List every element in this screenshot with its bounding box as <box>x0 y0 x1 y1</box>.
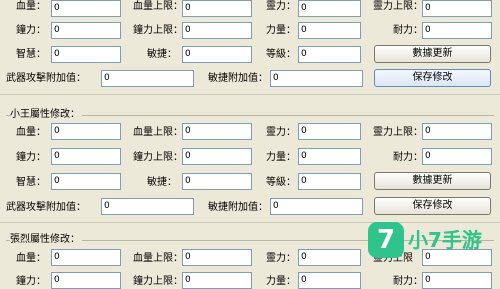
weapon-label: 武器攻擊附加值： <box>6 202 86 213</box>
hp-field[interactable]: 0 <box>51 123 121 140</box>
agi-label: 敏捷： <box>147 177 177 188</box>
agi-field[interactable]: 0 <box>182 46 252 63</box>
mp-field[interactable]: 0 <box>298 0 361 17</box>
lvl-label: 等級： <box>266 177 296 188</box>
endure-label: 耐力： <box>393 152 423 163</box>
hp-field[interactable]: 0 <box>51 249 121 266</box>
dmg-max-field[interactable]: 0 <box>182 148 252 165</box>
wis-label: 智慧： <box>16 49 46 60</box>
weapon-field[interactable]: 0 <box>101 198 194 215</box>
lvl-label: 等級： <box>266 49 296 60</box>
mp-label: 靈力： <box>266 253 296 264</box>
dmg-label: 鐘力： <box>16 276 46 287</box>
logo-text: 小7手游 <box>408 228 482 252</box>
dmg-max-label: 鐘力上限： <box>133 276 183 287</box>
group-title-zhanglie: 張烈屬性修改： <box>10 234 82 246</box>
refresh-button[interactable]: 數據更新 <box>374 45 491 63</box>
wis-field[interactable]: 0 <box>51 173 121 190</box>
hp-label: 血量： <box>16 127 46 138</box>
logo-badge-icon: 7 <box>368 222 404 258</box>
wis-field[interactable]: 0 <box>51 46 121 63</box>
wis-label: 智慧： <box>16 177 46 188</box>
mp-field[interactable]: 0 <box>298 123 361 140</box>
dmg-label: 鐘力： <box>16 25 46 36</box>
hp-max-label: 血量上限： <box>133 1 183 12</box>
endure-field[interactable]: 0 <box>422 148 492 165</box>
weapon-field[interactable]: 0 <box>101 70 194 87</box>
hp-max-label: 血量上限： <box>133 253 183 264</box>
str-field[interactable]: 0 <box>298 22 361 39</box>
str-label: 力量： <box>266 25 296 36</box>
mp-max-label: 靈力上限： <box>373 1 423 12</box>
hp-max-field[interactable]: 0 <box>182 249 252 266</box>
hp-label: 血量： <box>16 1 46 12</box>
save-button[interactable]: 保存修改 <box>374 69 491 87</box>
endure-field[interactable]: 0 <box>422 22 492 39</box>
weapon-label: 武器攻擊附加值： <box>6 73 86 84</box>
watermark-logo: 7 小7手游 <box>368 222 496 262</box>
dmg-max-label: 鐘力上限： <box>133 25 183 36</box>
agi-bonus-field[interactable]: 0 <box>270 70 363 87</box>
agi-bonus-label: 敏捷附加值： <box>208 202 268 213</box>
dmg-label: 鐘力： <box>16 152 46 163</box>
mp-max-field[interactable]: 0 <box>422 0 492 17</box>
agi-label: 敏捷： <box>147 49 177 60</box>
endure-label: 耐力： <box>393 276 423 287</box>
mp-max-label: 靈力上限： <box>373 127 423 138</box>
dmg-max-field[interactable]: 0 <box>182 22 252 39</box>
agi-bonus-field[interactable]: 0 <box>270 198 363 215</box>
agi-field[interactable]: 0 <box>182 173 252 190</box>
section-divider <box>0 94 500 95</box>
mp-max-field[interactable]: 0 <box>422 123 492 140</box>
str-label: 力量： <box>266 152 296 163</box>
dmg-field[interactable]: 0 <box>51 148 121 165</box>
refresh-button[interactable]: 數據更新 <box>374 172 491 190</box>
group-title-xiaowang: 小王屬性修改： <box>10 109 82 121</box>
lvl-field[interactable]: 0 <box>298 173 361 190</box>
mp-label: 靈力： <box>266 1 296 12</box>
str-label: 力量： <box>266 276 296 287</box>
mp-label: 靈力： <box>266 127 296 138</box>
endure-label: 耐力： <box>393 25 423 36</box>
save-button[interactable]: 保存修改 <box>374 197 491 215</box>
mp-field[interactable]: 0 <box>298 249 361 266</box>
lvl-field[interactable]: 0 <box>298 46 361 63</box>
hp-label: 血量： <box>16 253 46 264</box>
hp-field[interactable]: 0 <box>51 0 121 17</box>
dmg-field[interactable]: 0 <box>51 22 121 39</box>
hp-max-field[interactable]: 0 <box>182 123 252 140</box>
str-field[interactable]: 0 <box>298 148 361 165</box>
hp-max-label: 血量上限： <box>133 127 183 138</box>
dmg-max-label: 鐘力上限： <box>133 152 183 163</box>
agi-bonus-label: 敏捷附加值： <box>208 73 268 84</box>
hp-max-field[interactable]: 0 <box>182 0 252 17</box>
